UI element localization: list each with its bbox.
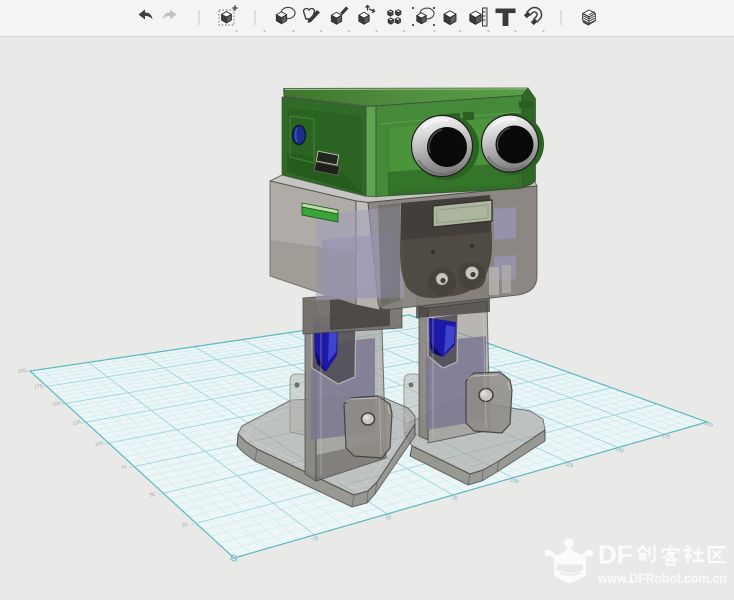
- svg-text:www.DFRobot.com.cn: www.DFRobot.com.cn: [597, 570, 727, 586]
- svg-text:DF: DF: [598, 540, 633, 570]
